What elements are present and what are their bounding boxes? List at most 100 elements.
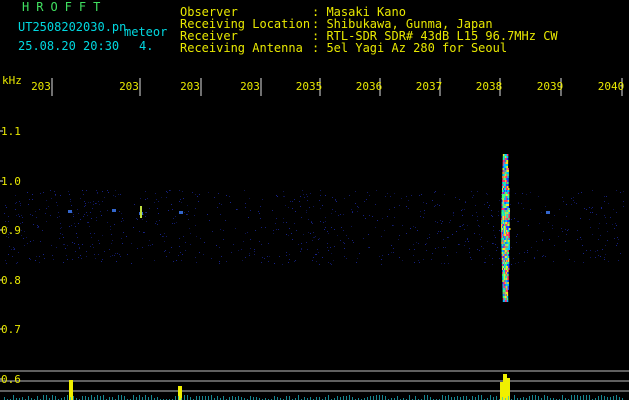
- noise-pixel: [413, 255, 414, 256]
- noise-pixel: [109, 249, 110, 250]
- noise-pixel: [420, 211, 421, 212]
- noise-pixel: [38, 226, 39, 227]
- noise-pixel: [93, 201, 94, 202]
- noise-pixel: [477, 216, 478, 217]
- noise-pixel: [89, 226, 90, 227]
- meteor-echo-pixel: [506, 298, 509, 300]
- noise-pixel: [452, 234, 453, 235]
- x-tick-label: 2038: [476, 80, 503, 93]
- noise-pixel: [310, 193, 311, 194]
- noise-pixel: [462, 209, 463, 210]
- noise-pixel: [467, 239, 468, 240]
- meteor-echo-pixel: [506, 166, 509, 168]
- amplitude-baseline: [463, 396, 464, 400]
- noise-pixel: [84, 201, 85, 202]
- noise-pixel: [88, 202, 89, 203]
- noise-pixel: [484, 262, 485, 263]
- amplitude-baseline: [145, 395, 146, 400]
- noise-pixel: [35, 260, 36, 261]
- amplitude-baseline: [544, 395, 545, 400]
- noise-pixel: [221, 256, 222, 257]
- noise-pixel: [65, 248, 66, 249]
- noise-pixel: [88, 222, 89, 223]
- noise-pixel: [468, 241, 469, 242]
- noise-pixel: [450, 220, 451, 221]
- noise-pixel: [254, 254, 255, 255]
- noise-pixel: [78, 223, 79, 224]
- noise-pixel: [289, 259, 290, 260]
- noise-pixel: [343, 242, 344, 243]
- noise-pixel: [368, 234, 369, 235]
- noise-pixel: [57, 205, 58, 206]
- noise-pixel: [93, 204, 94, 205]
- noise-pixel: [463, 224, 464, 225]
- noise-pixel: [199, 252, 200, 253]
- noise-pixel: [313, 206, 314, 207]
- noise-pixel: [499, 200, 500, 201]
- noise-pixel: [196, 262, 197, 263]
- noise-pixel: [121, 213, 122, 214]
- noise-pixel: [349, 195, 350, 196]
- noise-pixel: [616, 190, 617, 191]
- noise-pixel: [265, 227, 266, 228]
- noise-pixel: [37, 225, 38, 226]
- noise-pixel: [357, 211, 358, 212]
- noise-pixel: [375, 227, 376, 228]
- noise-pixel: [97, 193, 98, 194]
- noise-pixel: [316, 261, 317, 262]
- noise-pixel: [70, 199, 71, 200]
- noise-pixel: [12, 256, 13, 257]
- noise-pixel: [566, 216, 567, 217]
- noise-pixel: [77, 237, 78, 238]
- noise-pixel: [121, 221, 122, 222]
- noise-pixel: [444, 263, 445, 264]
- noise-pixel: [83, 194, 84, 195]
- amplitude-baseline: [205, 396, 206, 400]
- amplitude-baseline: [577, 395, 578, 400]
- amplitude-baseline: [370, 396, 371, 400]
- noise-pixel: [331, 227, 332, 228]
- meteor-echo-pixel: [507, 198, 510, 200]
- noise-pixel: [511, 264, 512, 265]
- noise-pixel: [292, 208, 293, 209]
- meteor-echo-pixel: [508, 246, 510, 248]
- noise-pixel: [461, 210, 462, 211]
- amplitude-baseline: [442, 395, 443, 400]
- noise-pixel: [292, 239, 293, 240]
- noise-pixel: [608, 261, 609, 262]
- meteor-echo-pixel: [507, 190, 510, 192]
- noise-pixel: [296, 230, 297, 231]
- noise-pixel: [20, 205, 21, 206]
- noise-pixel: [435, 248, 436, 249]
- noise-pixel: [291, 233, 292, 234]
- noise-pixel: [610, 217, 611, 218]
- noise-pixel: [353, 242, 354, 243]
- noise-pixel: [615, 223, 616, 224]
- noise-pixel: [91, 218, 92, 219]
- noise-pixel: [32, 199, 33, 200]
- noise-pixel: [393, 248, 394, 249]
- noise-pixel: [311, 222, 312, 223]
- meteor-echo-pixel: [508, 234, 510, 236]
- noise-pixel: [39, 209, 40, 210]
- noise-pixel: [327, 243, 328, 244]
- noise-pixel: [465, 241, 466, 242]
- noise-pixel: [24, 245, 25, 246]
- noise-pixel: [36, 256, 37, 257]
- noise-pixel: [159, 220, 160, 221]
- noise-pixel: [101, 261, 102, 262]
- noise-pixel: [583, 262, 584, 263]
- noise-pixel: [331, 253, 332, 254]
- noise-pixel: [99, 243, 100, 244]
- noise-pixel: [179, 246, 180, 247]
- noise-pixel: [377, 220, 378, 221]
- noise-pixel: [249, 198, 250, 199]
- noise-pixel: [577, 230, 578, 231]
- amplitude-baseline: [286, 396, 287, 400]
- noise-pixel: [195, 208, 196, 209]
- amplitude-baseline: [385, 396, 386, 400]
- noise-pixel: [489, 205, 490, 206]
- noise-pixel: [568, 229, 569, 230]
- noise-pixel: [445, 247, 446, 248]
- amplitude-baseline: [373, 396, 374, 400]
